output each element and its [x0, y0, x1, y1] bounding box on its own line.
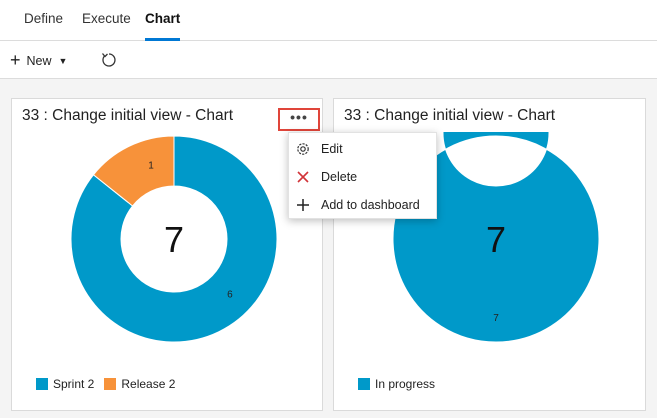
menu-item-delete[interactable]: Delete	[289, 163, 436, 191]
legend-label: Release 2	[121, 377, 176, 391]
menu-item-label: Add to dashboard	[321, 198, 420, 212]
legend-swatch-in-progress	[358, 378, 370, 390]
legend-label: Sprint 2	[53, 377, 95, 391]
menu-item-edit[interactable]: Edit	[289, 135, 436, 163]
menu-item-label: Delete	[321, 170, 358, 184]
refresh-icon	[102, 53, 116, 67]
donut-data-label: 7	[493, 313, 499, 324]
chart-legend: In progress	[358, 377, 445, 391]
new-button[interactable]: + New ▼	[10, 51, 67, 71]
legend-swatch-sprint-2	[36, 378, 48, 390]
tab-chart[interactable]: Chart	[145, 11, 180, 26]
legend-swatch-release-2	[104, 378, 117, 390]
legend-label: In progress	[375, 377, 436, 391]
donut-data-label: 1	[148, 160, 154, 171]
chart-card-title: 33 : Change initial view - Chart	[22, 107, 234, 124]
menu-item-label: Edit	[321, 142, 343, 156]
chart-total: 7	[485, 219, 507, 260]
refresh-button[interactable]	[100, 51, 118, 69]
context-menu: Edit Delete Add to dashboard	[288, 132, 437, 219]
chart-card-title: 33 : Change initial view - Chart	[344, 107, 556, 124]
close-icon	[295, 169, 311, 185]
plus-icon: +	[10, 50, 21, 70]
caret-down-icon: ▼	[58, 56, 68, 66]
menu-item-add-to-dashboard[interactable]: Add to dashboard	[289, 191, 436, 219]
chart-total: 7	[163, 219, 185, 260]
more-actions-button[interactable]: •••	[278, 108, 320, 131]
gear-icon	[295, 141, 311, 157]
plus-icon	[295, 197, 311, 213]
legend-entry: Release 2	[104, 377, 175, 391]
new-button-label: New	[26, 54, 52, 68]
toolbar: + New ▼	[0, 41, 657, 79]
donut-data-label: 6	[227, 289, 233, 300]
chart-legend: Sprint 2 Release 2	[36, 377, 185, 391]
tab-bar: Define Execute Chart	[0, 0, 657, 41]
tab-execute[interactable]: Execute	[82, 11, 131, 26]
legend-entry: Sprint 2	[36, 377, 94, 391]
legend-entry: In progress	[358, 377, 435, 391]
chart-card-1: 33 : Change initial view - Chart 6 1 7 Sp…	[11, 98, 323, 411]
tab-define[interactable]: Define	[24, 11, 63, 26]
